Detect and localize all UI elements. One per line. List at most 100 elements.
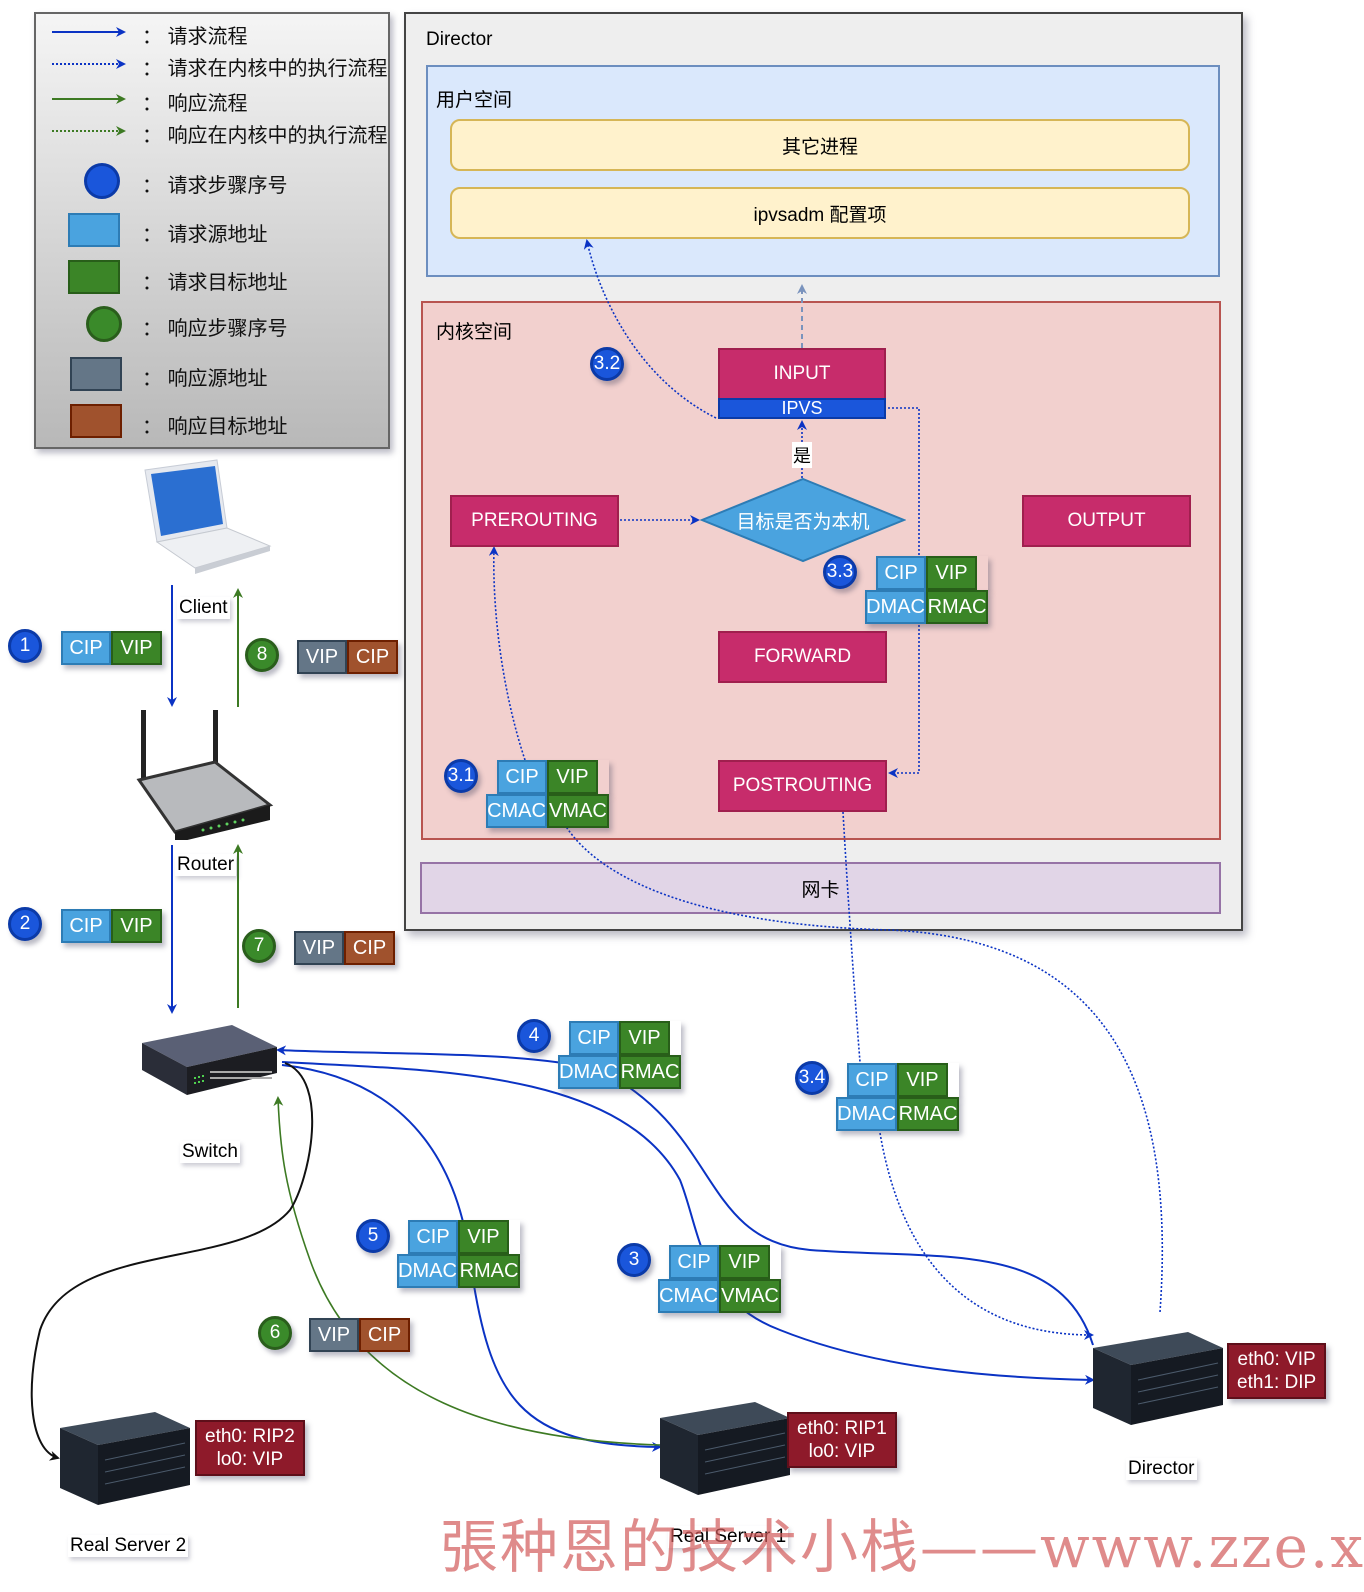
iface-line: lo0: VIP	[216, 1449, 284, 1470]
mac-src: DMAC	[558, 1055, 619, 1089]
decision-yes-label: 是	[792, 442, 812, 468]
legend-lines	[52, 27, 126, 136]
step-badge-8: 8	[245, 638, 279, 672]
step-badge-3: 3	[617, 1243, 651, 1277]
step-badge-3-1: 3.1	[444, 759, 478, 793]
mac-src: CMAC	[658, 1279, 719, 1313]
packet-5: CIP VIP DMAC RMAC	[397, 1220, 520, 1288]
packet-3-4: CIP VIP DMAC RMAC	[836, 1063, 959, 1131]
legend-item: ： 请求流程	[142, 26, 248, 48]
iface-line: eth0: VIP	[1237, 1349, 1316, 1370]
addr-src: CIP	[61, 909, 111, 943]
mac-dst: VMAC	[547, 794, 609, 828]
addr-dst: VIP	[897, 1063, 948, 1097]
director-server-icon	[1093, 1332, 1223, 1425]
packet-8: VIP CIP	[297, 640, 398, 674]
mac-dst: RMAC	[458, 1254, 520, 1288]
real-server-1-interfaces: eth0: RIP1 lo0: VIP	[787, 1412, 897, 1468]
kernel-out-director	[879, 1132, 1094, 1340]
addr-dst: VIP	[111, 631, 162, 665]
real-server-2-icon	[60, 1412, 190, 1505]
step-badge-6: 6	[258, 1316, 292, 1350]
addr-src: CIP	[408, 1220, 458, 1254]
mac-dst: VMAC	[719, 1279, 781, 1313]
kernel-ipvs-userspace	[583, 239, 717, 419]
packet-2: CIP VIP	[61, 909, 162, 943]
step-badge-4: 4	[517, 1019, 551, 1053]
step-badge-1: 1	[8, 629, 42, 663]
ipvs-module: IPVS	[718, 398, 886, 419]
postrouting-hook: POSTROUTING	[718, 760, 887, 812]
mac-dst: RMAC	[926, 590, 988, 624]
legend-item: ： 响应在内核中的执行流程	[142, 125, 388, 147]
addr-dst: VIP	[458, 1220, 509, 1254]
legend-item: ： 响应源地址	[142, 368, 268, 390]
mac-dst: RMAC	[897, 1097, 959, 1131]
mac-src: DMAC	[836, 1097, 897, 1131]
router-label: Router	[175, 854, 237, 876]
real-server-2-interfaces: eth0: RIP2 lo0: VIP	[195, 1420, 305, 1476]
switch-icon	[142, 1025, 277, 1095]
prerouting-hook: PREROUTING	[450, 495, 619, 547]
kernel-postrouting-nic-out	[842, 811, 861, 1063]
step-badge-5: 5	[356, 1219, 390, 1253]
legend-item: ： 请求步骤序号	[142, 175, 288, 197]
step-badge-2: 2	[8, 907, 42, 941]
switch-label: Switch	[180, 1141, 240, 1163]
addr-src: CIP	[61, 631, 111, 665]
mac-src: DMAC	[865, 590, 926, 624]
decision-label: 目标是否为本机	[736, 511, 870, 533]
addr-src: VIP	[294, 931, 344, 965]
iface-line: eth0: RIP2	[205, 1426, 295, 1447]
real-server-2-label: Real Server 2	[68, 1535, 189, 1557]
addr-src: CIP	[569, 1021, 619, 1055]
addr-dst: VIP	[111, 909, 162, 943]
step-badge-3-4: 3.4	[795, 1061, 829, 1095]
mac-dst: RMAC	[619, 1055, 681, 1089]
addr-src: VIP	[309, 1318, 359, 1352]
addr-src: CIP	[847, 1063, 897, 1097]
director-server-interfaces: eth0: VIP eth1: DIP	[1227, 1343, 1327, 1399]
packet-3-1: CIP VIP CMAC VMAC	[486, 760, 609, 828]
packet-3-3: CIP VIP DMAC RMAC	[865, 556, 988, 624]
client-laptop-icon	[144, 459, 272, 574]
addr-src: CIP	[497, 760, 547, 794]
iface-line: eth0: RIP1	[797, 1418, 887, 1439]
packet-6: VIP CIP	[309, 1318, 410, 1352]
mac-src: DMAC	[397, 1254, 458, 1288]
legend-item: ： 请求源地址	[142, 224, 268, 246]
iface-line: eth1: DIP	[1237, 1372, 1317, 1393]
watermark: 張种恩的技术小栈——www.zze.xyz	[440, 1513, 1364, 1581]
ipvsadm-config-box: ipvsadm 配置项	[450, 187, 1190, 239]
addr-src: CIP	[876, 556, 926, 590]
legend-item: ： 请求目标地址	[142, 272, 288, 294]
legend-request-step-swatch	[84, 163, 120, 199]
step-badge-3-2: 3.2	[590, 347, 624, 381]
kernel-space-title: 内核空间	[436, 322, 513, 343]
packet-4: CIP VIP DMAC RMAC	[558, 1021, 681, 1089]
input-hook: INPUT	[718, 348, 886, 400]
addr-dst: CIP	[359, 1318, 410, 1352]
legend-item: ： 响应目标地址	[142, 416, 288, 438]
addr-src: VIP	[297, 640, 347, 674]
legend-request-source-swatch	[68, 213, 120, 247]
step-badge-3-3: 3.3	[823, 555, 857, 589]
legend-request-dest-swatch	[68, 260, 120, 294]
client-label: Client	[177, 597, 230, 619]
addr-dst: VIP	[619, 1021, 670, 1055]
mac-src: CMAC	[486, 794, 547, 828]
packet-1: CIP VIP	[61, 631, 162, 665]
legend-item: ： 请求在内核中的执行流程	[142, 58, 388, 80]
legend-item: ： 响应步骤序号	[142, 318, 288, 340]
director-title: Director	[426, 29, 493, 50]
legend-item: ： 响应流程	[142, 93, 248, 115]
addr-src: CIP	[669, 1245, 719, 1279]
iface-line: lo0: VIP	[808, 1441, 876, 1462]
addr-dst: CIP	[347, 640, 398, 674]
packet-3: CIP VIP CMAC VMAC	[658, 1245, 781, 1313]
director-server-label: Director	[1126, 1458, 1197, 1480]
legend-response-dest-swatch	[70, 404, 122, 438]
switch-rs2	[30, 1062, 314, 1461]
addr-dst: VIP	[926, 556, 977, 590]
packet-7: VIP CIP	[294, 931, 395, 965]
